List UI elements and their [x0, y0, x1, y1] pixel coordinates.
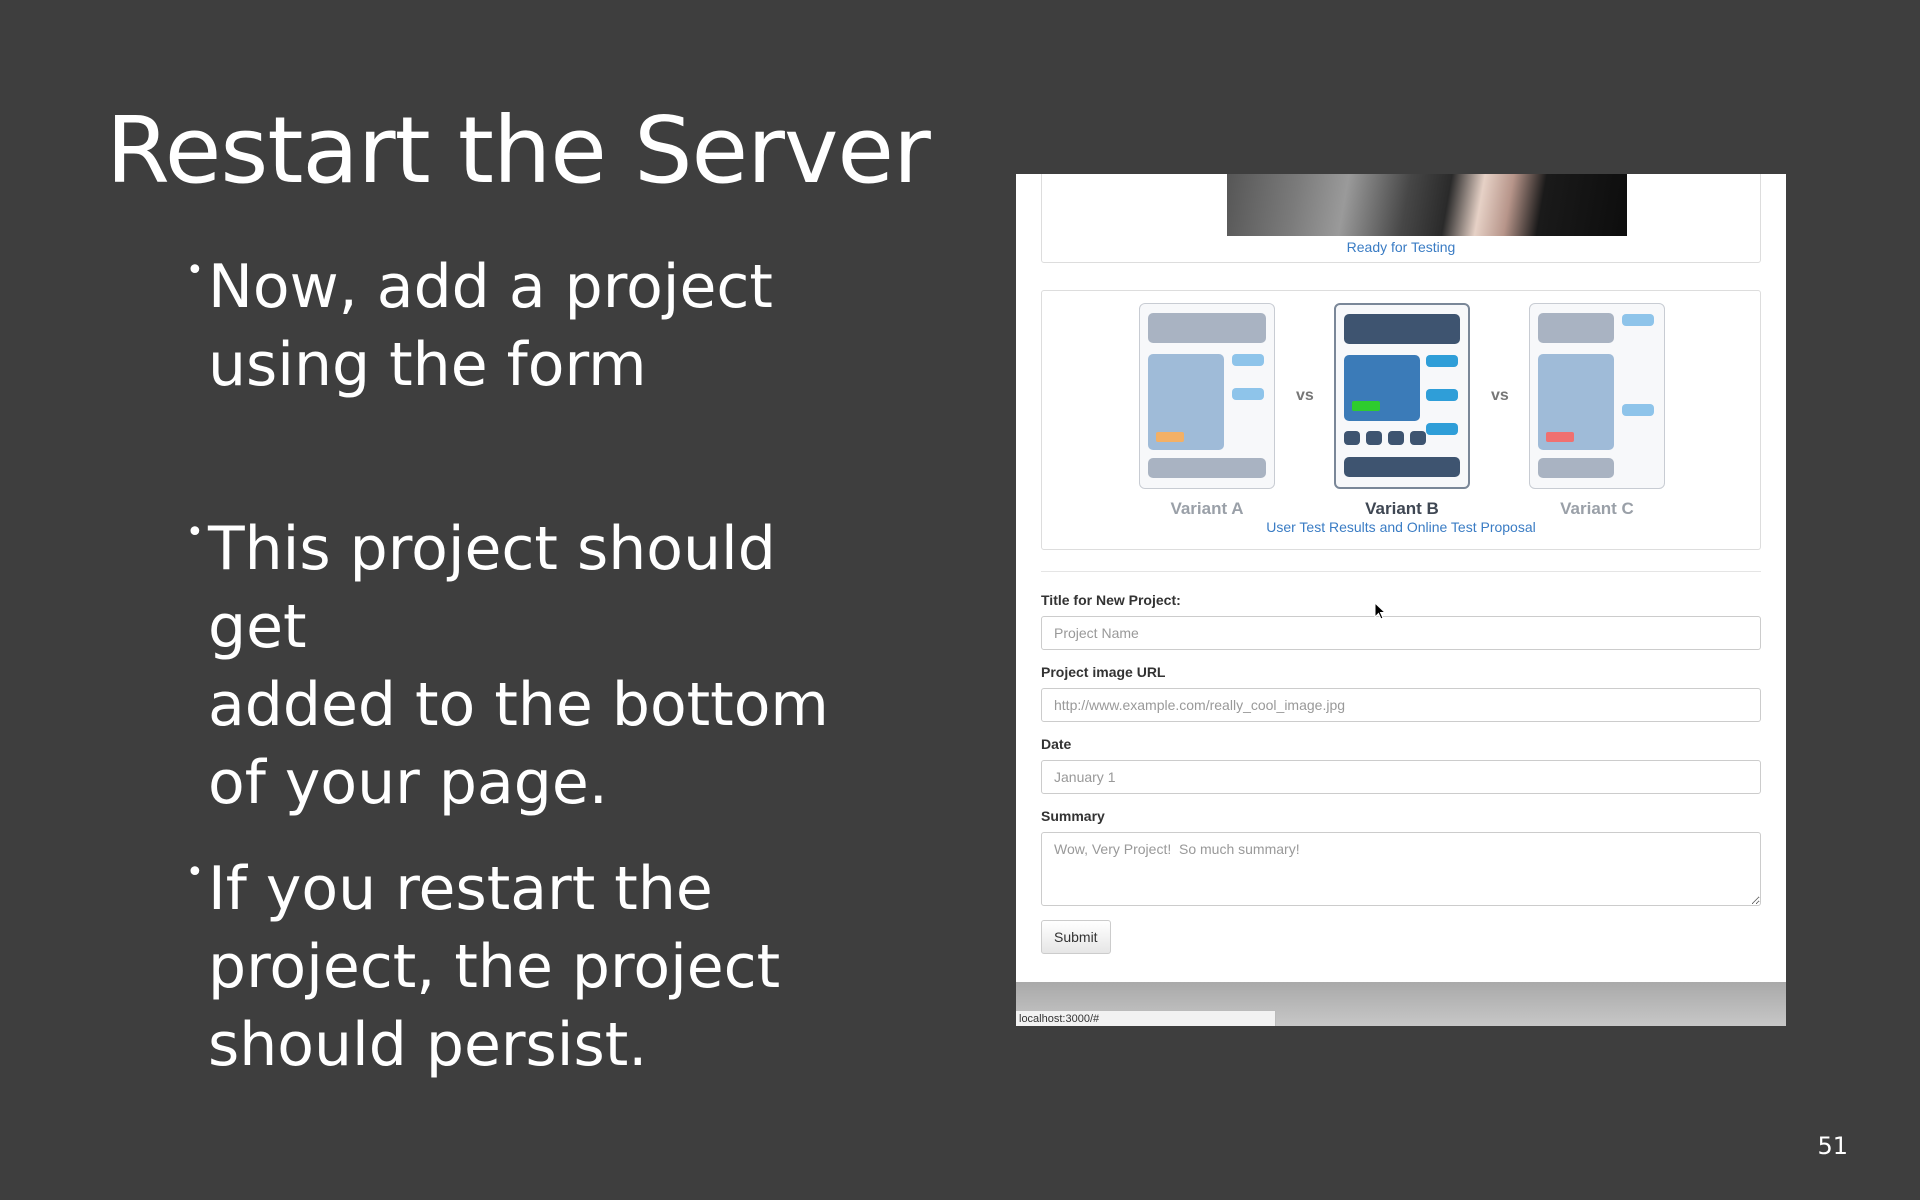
bullet-line: If you restart the	[208, 854, 713, 924]
wireframe-sidebar-block	[1426, 389, 1458, 401]
project-date-input[interactable]	[1041, 760, 1761, 794]
bullet-dot-icon: •	[186, 855, 204, 890]
wireframe-footer	[1538, 458, 1614, 478]
slide-title: Restart the Server	[106, 97, 931, 204]
bullet-line: project, the project	[208, 932, 781, 1002]
mouse-cursor-icon	[1374, 602, 1386, 620]
wireframe-header	[1344, 314, 1460, 344]
vs-label: vs	[1491, 387, 1509, 404]
wireframe-button-red	[1546, 432, 1574, 442]
wireframe-dot	[1388, 431, 1404, 445]
variant-a-label: Variant A	[1170, 499, 1244, 518]
wireframe-sidebar-block	[1426, 423, 1458, 435]
wireframe-button-green	[1352, 401, 1380, 411]
summary-field-label: Summary	[1041, 808, 1105, 824]
wireframe-footer	[1344, 457, 1460, 477]
variant-b-label: Variant B	[1365, 499, 1439, 518]
variant-a-thumbnail	[1139, 303, 1275, 489]
date-field-label: Date	[1041, 736, 1072, 752]
bullet-dot-icon: •	[186, 515, 204, 550]
project-link-user-test-results[interactable]: User Test Results and Online Test Propos…	[1042, 519, 1760, 535]
wireframe-sidebar-block	[1622, 314, 1654, 326]
project-title-input[interactable]	[1041, 616, 1761, 650]
project-image-url-input[interactable]	[1041, 688, 1761, 722]
bullet-line: using the form	[208, 330, 647, 400]
wireframe-main	[1344, 355, 1420, 421]
divider	[1041, 571, 1761, 572]
project-summary-textarea[interactable]	[1041, 832, 1761, 906]
submit-button[interactable]: Submit	[1041, 920, 1111, 954]
wireframe-dot	[1410, 431, 1426, 445]
wireframe-footer	[1148, 458, 1266, 478]
bullet-line: added to the bottom	[208, 670, 829, 740]
title-field-label: Title for New Project:	[1041, 592, 1181, 608]
variant-c-thumbnail	[1529, 303, 1665, 489]
variant-b-thumbnail	[1334, 303, 1470, 489]
project-image	[1227, 174, 1627, 236]
wireframe-dot	[1344, 431, 1360, 445]
bullet-item: • This project should get added to the b…	[186, 510, 886, 822]
bullet-line: This project should get	[208, 514, 776, 662]
bullet-line: of your page.	[208, 748, 608, 818]
page-number: 51	[1817, 1132, 1848, 1160]
project-card-variants: vs vs Variant A Variant B Variant C User…	[1041, 290, 1761, 550]
wireframe-sidebar-block	[1622, 404, 1654, 416]
bullet-dot-icon: •	[186, 253, 204, 288]
project-card-photo: Ready for Testing	[1041, 174, 1761, 263]
bullet-item: • If you restart the project, the projec…	[186, 850, 780, 1084]
wireframe-header	[1538, 313, 1614, 343]
bullet-item: • Now, add a project using the form	[186, 248, 773, 404]
vs-label: vs	[1296, 387, 1314, 404]
status-bar-url: localhost:3000/#	[1016, 1010, 1276, 1026]
bullet-line: Now, add a project	[208, 252, 773, 322]
wireframe-header	[1148, 313, 1266, 343]
wireframe-sidebar-block	[1426, 355, 1458, 367]
wireframe-sidebar-block	[1232, 354, 1264, 366]
bullet-line: should persist.	[208, 1010, 648, 1080]
wireframe-button-orange	[1156, 432, 1184, 442]
new-project-form: Title for New Project: Project image URL…	[1041, 592, 1761, 954]
wireframe-dot	[1366, 431, 1382, 445]
variant-c-label: Variant C	[1560, 499, 1634, 518]
wireframe-sidebar-block	[1232, 388, 1264, 400]
image-url-field-label: Project image URL	[1041, 664, 1166, 680]
browser-screenshot: Ready for Testing vs vs Variant A Varian…	[1016, 174, 1786, 1026]
project-link-ready-for-testing[interactable]: Ready for Testing	[1042, 239, 1760, 255]
